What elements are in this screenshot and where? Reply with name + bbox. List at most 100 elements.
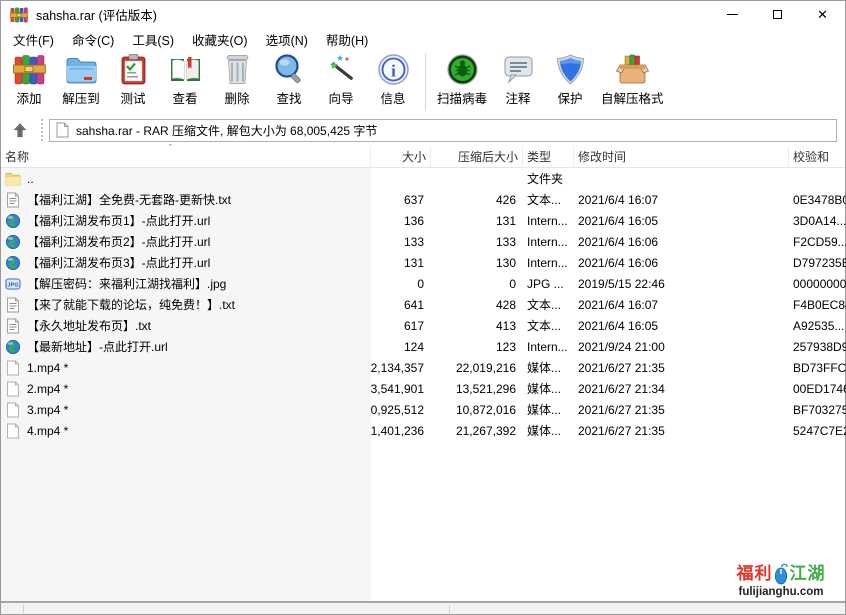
up-directory-button[interactable] — [5, 118, 35, 142]
tool-label-info: 信息 — [380, 88, 405, 107]
menu-help[interactable]: 帮助(H) — [317, 28, 377, 51]
file-checksum-cell: 0E3478B0 — [789, 189, 846, 210]
file-name-cell[interactable]: 【来了就能下载的论坛，纯免费！】.txt — [1, 294, 371, 315]
file-modified-cell: 2019/5/15 22:46 — [574, 273, 789, 294]
table-row[interactable]: JPG【解压密码：来福利江湖找福利】.jpg00JPG ...2019/5/15… — [1, 273, 845, 294]
file-modified-cell: 2021/6/4 16:06 — [574, 252, 789, 273]
file-checksum-cell: 00000000 — [789, 273, 846, 294]
file-name-cell[interactable]: JPG【解压密码：来福利江湖找福利】.jpg — [1, 273, 371, 294]
file-name-cell[interactable]: 2.mp4 * — [1, 378, 371, 399]
table-row[interactable]: 【永久地址发布页】.txt617413文本...2021/6/4 16:05A9… — [1, 315, 845, 336]
table-row[interactable]: 2.mp4 *13,541,90113,521,296媒体...2021/6/2… — [1, 378, 845, 399]
menu-favorites[interactable]: 收藏夹(O) — [183, 28, 257, 51]
view-file-icon — [169, 53, 202, 86]
find-icon — [273, 53, 306, 86]
menu-file[interactable]: 文件(F) — [4, 28, 63, 51]
table-row[interactable]: 【福利江湖发布页1】-点此打开.url136131Intern...2021/6… — [1, 210, 845, 231]
wizard-button[interactable]: 向导 — [315, 52, 367, 108]
file-type-cell: 文本... — [523, 189, 574, 210]
column-header-size[interactable]: 大小 — [371, 146, 431, 167]
tool-label-add: 添加 — [16, 88, 41, 107]
file-modified-cell: 2021/6/27 21:35 — [574, 399, 789, 420]
file-packed-size-cell: 10,872,016 — [431, 399, 523, 420]
file-type-cell: 媒体... — [523, 399, 574, 420]
find-button[interactable]: 查找 — [263, 52, 315, 108]
minimize-button[interactable] — [710, 1, 755, 28]
close-button[interactable]: ✕ — [800, 1, 845, 28]
file-type-cell: 媒体... — [523, 357, 574, 378]
column-header-name[interactable]: 名称 ˆ — [1, 146, 371, 167]
table-row[interactable]: 【福利江湖发布页2】-点此打开.url133133Intern...2021/6… — [1, 231, 845, 252]
table-row[interactable]: ..文件夹 — [1, 168, 845, 189]
table-row[interactable]: 【福利江湖】全免费-无套路-更新快.txt637426文本...2021/6/4… — [1, 189, 845, 210]
file-type-cell: Intern... — [523, 231, 574, 252]
file-name-text: 【永久地址发布页】.txt — [27, 317, 151, 334]
column-header-type[interactable]: 类型 — [523, 146, 574, 167]
winrar-app-icon — [10, 7, 28, 23]
table-row[interactable]: 【最新地址】-点此打开.url124123Intern...2021/9/24 … — [1, 336, 845, 357]
menu-options[interactable]: 选项(N) — [257, 28, 317, 51]
file-name-cell[interactable]: 3.mp4 * — [1, 399, 371, 420]
file-packed-size-cell: 13,521,296 — [431, 378, 523, 399]
file-name-text: 4.mp4 * — [27, 424, 68, 438]
sfx-button[interactable]: 自解压格式 — [596, 52, 669, 108]
file-name-cell[interactable]: 【福利江湖发布页2】-点此打开.url — [1, 231, 371, 252]
menu-tools[interactable]: 工具(S) — [123, 28, 183, 51]
column-header-packed[interactable]: 压缩后大小 — [431, 146, 523, 167]
file-name-cell[interactable]: 【福利江湖】全免费-无套路-更新快.txt — [1, 189, 371, 210]
file-checksum-cell: 5247C7E2 — [789, 420, 846, 441]
file-size-cell — [371, 168, 431, 189]
document-icon — [56, 122, 69, 138]
file-name-cell[interactable]: 【福利江湖发布页3】-点此打开.url — [1, 252, 371, 273]
file-checksum-cell: D797235B — [789, 252, 846, 273]
file-name-cell[interactable]: 【最新地址】-点此打开.url — [1, 336, 371, 357]
view-button[interactable]: 查看 — [159, 52, 211, 108]
table-row[interactable]: 1.mp4 *22,134,35722,019,216媒体...2021/6/2… — [1, 357, 845, 378]
file-size-cell: 133 — [371, 231, 431, 252]
mp4-file-icon — [5, 360, 21, 376]
file-name-cell[interactable]: 1.mp4 * — [1, 357, 371, 378]
file-type-cell: Intern... — [523, 210, 574, 231]
toolbar-drag-handle[interactable] — [41, 119, 43, 141]
table-row[interactable]: 【来了就能下载的论坛，纯免费！】.txt641428文本...2021/6/4 … — [1, 294, 845, 315]
file-name-cell[interactable]: 【永久地址发布页】.txt — [1, 315, 371, 336]
table-row[interactable]: 【福利江湖发布页3】-点此打开.url131130Intern...2021/6… — [1, 252, 845, 273]
file-packed-size-cell: 133 — [431, 231, 523, 252]
wizard-icon — [325, 53, 358, 86]
file-name-text: 2.mp4 * — [27, 382, 68, 396]
file-name-cell[interactable]: 4.mp4 * — [1, 420, 371, 441]
file-name-cell[interactable]: 【福利江湖发布页1】-点此打开.url — [1, 210, 371, 231]
info-icon: i — [377, 53, 410, 86]
file-size-cell: 0 — [371, 273, 431, 294]
svg-text:JPG: JPG — [7, 282, 18, 288]
column-header-modified[interactable]: 修改时间 — [574, 146, 789, 167]
file-modified-cell: 2021/6/27 21:34 — [574, 378, 789, 399]
extract-to-button[interactable]: 解压到 — [55, 52, 107, 108]
table-row[interactable]: 4.mp4 *21,401,23621,267,392媒体...2021/6/2… — [1, 420, 845, 441]
file-name-cell[interactable]: .. — [1, 168, 371, 189]
sort-ascending-icon: ˆ — [169, 143, 172, 153]
add-button[interactable]: 添加 — [3, 52, 55, 108]
file-checksum-cell — [789, 168, 846, 189]
test-button[interactable]: 测试 — [107, 52, 159, 108]
info-button[interactable]: i 信息 — [367, 52, 419, 108]
column-header-checksum-label: 校验和 — [793, 148, 829, 165]
svg-text:i: i — [391, 62, 396, 81]
protect-button[interactable]: 保护 — [544, 52, 596, 108]
txt-file-icon — [5, 318, 21, 334]
table-row[interactable]: 3.mp4 *10,925,51210,872,016媒体...2021/6/2… — [1, 399, 845, 420]
extract-to-icon — [65, 53, 98, 86]
menu-commands[interactable]: 命令(C) — [63, 28, 123, 51]
archive-path-combobox[interactable]: sahsha.rar - RAR 压缩文件, 解包大小为 68,005,425 … — [49, 119, 837, 142]
virus-scan-button[interactable]: 扫描病毒 — [432, 52, 492, 108]
file-name-text: 1.mp4 * — [27, 361, 68, 375]
delete-button[interactable]: 删除 — [211, 52, 263, 108]
file-size-cell: 136 — [371, 210, 431, 231]
file-modified-cell: 2021/6/4 16:06 — [574, 231, 789, 252]
file-checksum-cell: 00ED1746 — [789, 378, 846, 399]
comment-button[interactable]: 注释 — [492, 52, 544, 108]
column-header-checksum[interactable]: 校验和 — [789, 146, 846, 167]
file-modified-cell — [574, 168, 789, 189]
maximize-button[interactable] — [755, 1, 800, 28]
file-size-cell: 617 — [371, 315, 431, 336]
